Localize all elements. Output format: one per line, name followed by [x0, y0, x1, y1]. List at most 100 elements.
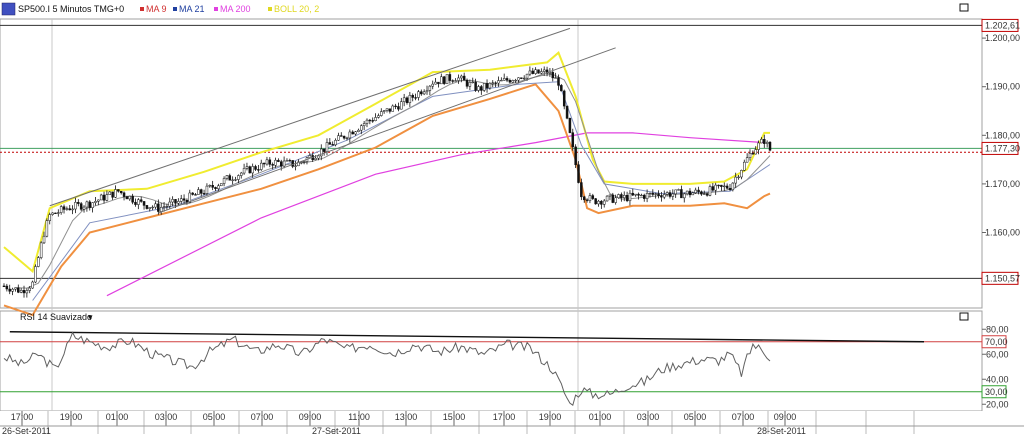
candle-body: [400, 101, 403, 110]
candle-body: [79, 203, 83, 210]
x-tick-label: 19:00: [539, 412, 562, 422]
candle-body: [331, 144, 334, 146]
rsi-panel-maximize-icon[interactable]: [959, 312, 969, 321]
x-tick-label: 01:00: [589, 412, 612, 422]
candle-body: [85, 201, 89, 208]
candle-body: [597, 200, 600, 205]
candle-body: [480, 86, 483, 91]
candle-body: [199, 189, 203, 194]
candle-body: [763, 139, 766, 144]
candle-body: [662, 194, 666, 198]
x-tick-label: 17:00: [493, 412, 516, 422]
candle-body: [74, 202, 77, 210]
candle-body: [417, 91, 420, 98]
candle-body: [745, 157, 749, 163]
candle-body: [202, 193, 206, 195]
candle-body: [71, 208, 74, 211]
candle-body: [325, 142, 329, 152]
stock-chart: SP500.I 5 Minutos TMG+0 MA 9 MA 21 MA 200 B…: [0, 0, 1024, 436]
candle-body: [59, 206, 63, 213]
candle-body: [677, 189, 680, 191]
candle-body: [51, 212, 54, 215]
candle-body: [97, 199, 100, 202]
candle-body: [525, 73, 529, 79]
candle-body: [154, 203, 157, 208]
candle-body: [117, 189, 120, 192]
candle-body: [522, 77, 526, 80]
candle-body: [197, 189, 200, 195]
candle-body: [54, 212, 57, 214]
candle-body: [225, 175, 229, 179]
candle-body: [251, 166, 254, 174]
symbol-icon[interactable]: [1, 2, 16, 16]
candle-body: [351, 131, 354, 135]
candle-body: [442, 76, 446, 84]
candle-body: [505, 78, 509, 81]
candle-body: [94, 201, 97, 203]
candle-body: [14, 287, 17, 290]
candle-body: [182, 198, 186, 201]
candle-body: [65, 208, 69, 210]
candle-body: [77, 202, 80, 204]
candle-body: [743, 161, 746, 171]
candle-body: [431, 83, 434, 87]
candle-body: [159, 207, 163, 212]
candle-body: [642, 194, 646, 199]
candle-body: [622, 195, 626, 199]
indicator-label[interactable]: MA 200: [220, 4, 251, 14]
candle-body: [205, 185, 209, 194]
candle-body: [274, 159, 277, 166]
candle-body: [705, 193, 709, 196]
indicator-label[interactable]: MA 21: [179, 4, 205, 14]
candle-body: [640, 194, 643, 197]
x-tick-label: 13:00: [395, 412, 418, 422]
main-panel-maximize-icon[interactable]: [959, 3, 969, 12]
x-tick-label: 09:00: [774, 412, 797, 422]
candle-body: [754, 149, 757, 155]
candle-body: [402, 97, 406, 102]
candle-body: [302, 161, 306, 163]
indicator-label[interactable]: BOLL 20, 2: [274, 4, 319, 14]
candle-body: [494, 82, 497, 84]
candle-body: [568, 118, 572, 133]
rsi-reference-label: 70,00: [985, 337, 1008, 347]
candle-body: [457, 77, 460, 81]
candle-body: [91, 202, 94, 208]
candle-body: [631, 192, 635, 196]
rsi-tick-label: 60,00: [986, 349, 1009, 359]
candle-body: [434, 81, 437, 85]
candle-body: [471, 81, 474, 84]
candle-body: [728, 187, 732, 191]
candle-body: [734, 176, 737, 184]
indicator-label[interactable]: MA 9: [146, 4, 167, 14]
symbol-label[interactable]: SP500.I 5 Minutos TMG+0: [18, 4, 124, 14]
candle-body: [648, 192, 652, 195]
candle-body: [328, 142, 332, 145]
candle-body: [308, 155, 312, 159]
rsi-label[interactable]: RSI 14 Suavizado: [20, 312, 92, 322]
candle-body: [171, 199, 174, 203]
candle-body: [231, 179, 234, 181]
candle-body: [25, 290, 29, 294]
price-label-text: 1.177,30: [985, 143, 1020, 153]
candle-body: [414, 97, 417, 99]
candle-body: [437, 81, 440, 85]
candle-body: [385, 108, 389, 111]
price-label: 1.177,30: [981, 141, 1020, 155]
candle-body: [28, 287, 31, 291]
candle-body: [620, 194, 623, 199]
candle-body: [625, 195, 629, 202]
candle-body: [491, 82, 495, 84]
candle-body: [354, 131, 357, 135]
candle-body: [391, 105, 394, 112]
candle-body: [177, 201, 180, 204]
y-tick-label: 1.180,00: [985, 130, 1020, 140]
candle-body: [348, 131, 352, 139]
rsi-dropdown-icon[interactable]: ▾: [88, 312, 93, 322]
candle-body: [634, 193, 637, 196]
date-label: 28-Set-2011: [757, 426, 806, 436]
candle-body: [314, 157, 317, 160]
candle-body: [688, 190, 692, 196]
candle-body: [685, 190, 689, 195]
candle-body: [165, 205, 169, 208]
